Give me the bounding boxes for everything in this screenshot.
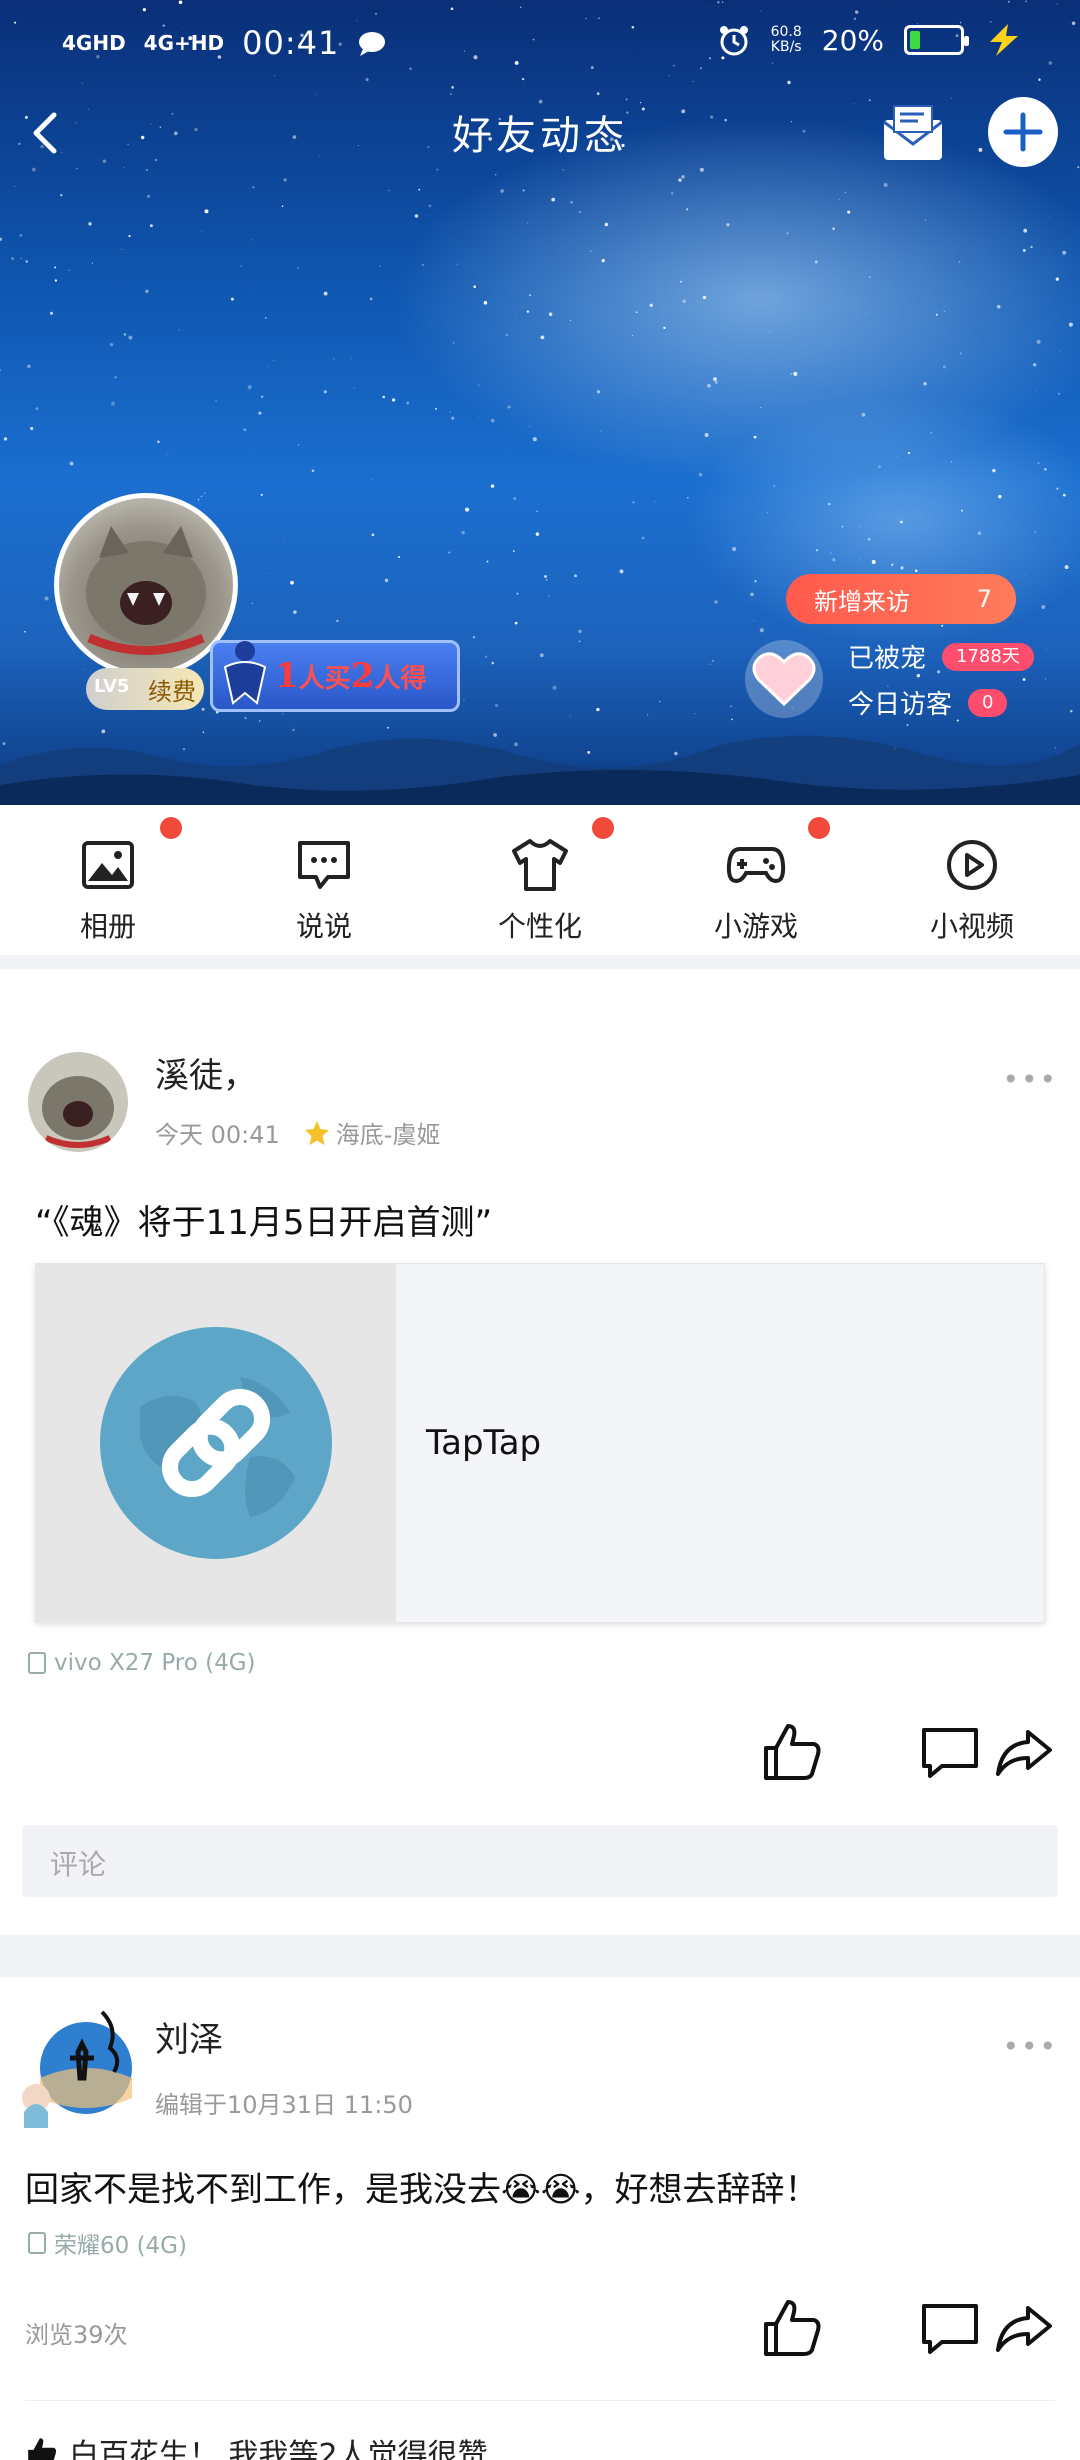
post-text: “《魂》将于11月5日开启首测”	[35, 1203, 493, 1243]
battery-icon	[904, 25, 969, 55]
album-icon	[82, 841, 134, 889]
post-time: 今天 00:41	[155, 1121, 280, 1149]
cover-header: 4GHD 4G+HD 00:41 60.8 KB/s 20% 好友动态 LV5 …	[0, 0, 1080, 805]
like-filled-icon	[28, 2438, 57, 2460]
more-options-icon[interactable]: •••	[1002, 2030, 1058, 2063]
comment-icon[interactable]	[918, 2296, 982, 2360]
new-visitors-label: 新增来访	[814, 587, 910, 616]
comment-input[interactable]: 评论	[22, 1825, 1058, 1897]
divider	[25, 2400, 1055, 2401]
gamepad-icon	[726, 847, 786, 884]
shortcut-video[interactable]: 小视频	[864, 805, 1080, 955]
post-avatar[interactable]	[28, 1052, 128, 1152]
landscape-avatar-image	[22, 2010, 132, 2128]
section-separator	[0, 1935, 1080, 1977]
likes-summary[interactable]: 白百花生！ 我我等2人觉得很赞	[25, 2430, 488, 2460]
link-card[interactable]: TapTap	[35, 1263, 1045, 1623]
shirt-icon	[512, 839, 568, 891]
promo-banner[interactable]: 1 人买 2 人得	[210, 640, 460, 712]
post-avatar[interactable]	[18, 2008, 138, 2128]
plus-icon	[1003, 112, 1043, 152]
new-visitors-pill[interactable]: 新增来访 7	[786, 574, 1016, 624]
network-speed: 60.8 KB/s	[770, 24, 802, 55]
notification-dot	[808, 817, 830, 839]
post-meta: 编辑于10月31日 11:50	[155, 2085, 413, 2120]
renew-label: 续费	[148, 677, 196, 706]
shortcut-minigame[interactable]: 小游戏	[648, 805, 864, 955]
link-thumbnail	[36, 1264, 396, 1622]
battery-percent: 20%	[821, 23, 884, 57]
heart-icon	[752, 652, 816, 707]
shortcut-row: 相册 说说 个性化 小游戏 小视频	[0, 805, 1080, 955]
signal-1: 4GHD	[62, 31, 126, 55]
signal-2: 4G+HD	[143, 31, 225, 55]
video-icon	[947, 840, 997, 890]
status-bar: 4GHD 4G+HD 00:41 60.8 KB/s 20%	[0, 18, 1080, 66]
alarm-icon	[719, 26, 748, 56]
navbar: 好友动态	[0, 95, 1080, 175]
link-icon	[100, 1327, 332, 1559]
link-title: TapTap	[426, 1423, 542, 1463]
post-time: 编辑于10月31日 11:50	[155, 2091, 413, 2119]
device-label: 荣耀60 (4G)	[28, 2226, 187, 2260]
post-author[interactable]: 溪徒，	[155, 1048, 257, 1097]
like-icon[interactable]	[760, 1720, 824, 1784]
star-icon	[304, 1120, 329, 1145]
add-button[interactable]	[988, 97, 1058, 167]
promo-figure-icon	[223, 641, 267, 705]
today-visitors-stat: 今日访客 0	[848, 684, 1008, 721]
cat-avatar-image	[28, 1052, 128, 1152]
section-separator	[0, 955, 1080, 969]
phone-icon	[28, 1652, 46, 1674]
message-icon	[298, 841, 350, 889]
shortcut-album[interactable]: 相册	[0, 805, 216, 955]
post-actions	[680, 2296, 1080, 2366]
shortcut-shuoshuo[interactable]: 说说	[216, 805, 432, 955]
more-options-icon[interactable]: •••	[1002, 1063, 1058, 1096]
game-badge: 海底-虞姬	[302, 1115, 440, 1150]
post-author[interactable]: 刘泽	[155, 2012, 223, 2061]
phone-icon	[28, 2232, 46, 2254]
view-count: 浏览39次	[25, 2321, 128, 2349]
chat-bubble-icon	[359, 32, 386, 56]
shortcut-personalize[interactable]: 个性化	[432, 805, 648, 955]
post-meta: 今天 00:41 海底-虞姬	[155, 1115, 440, 1150]
notification-dot	[160, 817, 182, 839]
cat-avatar-image	[86, 526, 206, 655]
level-renew-badge[interactable]: LV5 续费	[86, 668, 204, 710]
mail-icon[interactable]	[880, 100, 946, 166]
post-text: 回家不是找不到工作，是我没去😭😭，好想去辞辞！	[25, 2170, 819, 2210]
like-icon[interactable]	[760, 2296, 824, 2360]
guarded-stat: 已被宠 1788天	[848, 638, 1034, 675]
charging-bolt-icon	[990, 24, 1018, 56]
device-label: vivo X27 Pro (4G)	[28, 1650, 256, 1676]
comment-icon[interactable]	[918, 1720, 982, 1784]
clock: 00:41	[242, 24, 340, 62]
notification-dot	[592, 817, 614, 839]
share-icon[interactable]	[992, 2296, 1056, 2360]
post-actions	[680, 1720, 1080, 1790]
heart-button[interactable]	[745, 640, 823, 718]
share-icon[interactable]	[992, 1720, 1056, 1784]
new-visitors-count: 7	[976, 585, 992, 613]
